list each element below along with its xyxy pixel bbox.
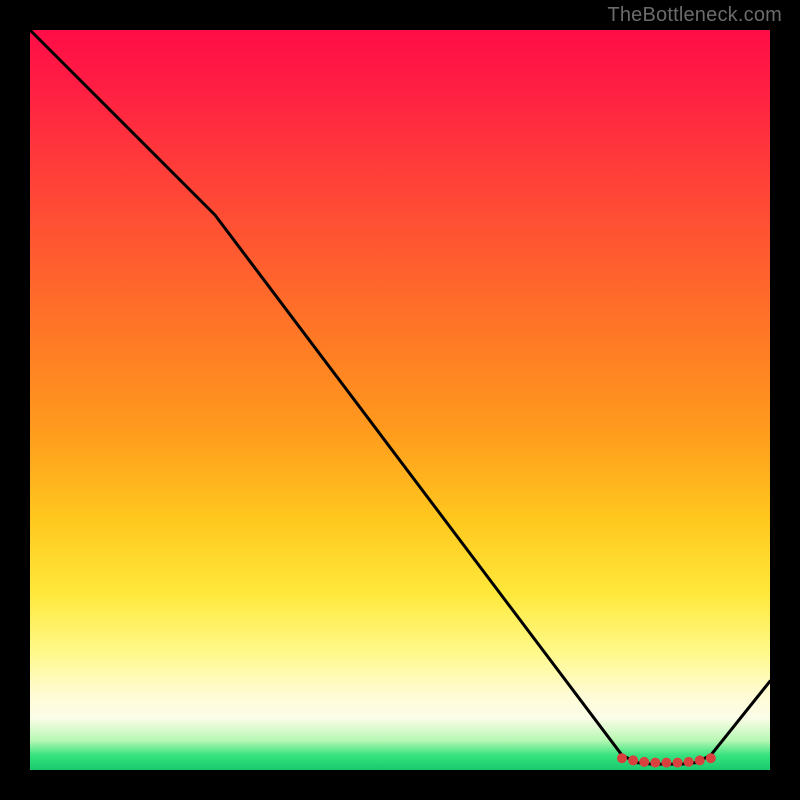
chart-stage: TheBottleneck.com [0,0,800,800]
source-watermark: TheBottleneck.com [607,4,782,27]
cluster-marker [684,757,694,767]
marker-group [617,753,716,767]
cluster-marker [617,753,627,763]
cluster-marker [650,758,660,768]
cluster-marker [673,758,683,768]
cluster-marker [628,755,638,765]
cluster-marker [661,758,671,768]
curve-line [30,30,770,764]
chart-svg [0,0,800,800]
cluster-marker [695,755,705,765]
cluster-marker [639,757,649,767]
cluster-marker [706,753,716,763]
line-series-group [30,30,770,764]
